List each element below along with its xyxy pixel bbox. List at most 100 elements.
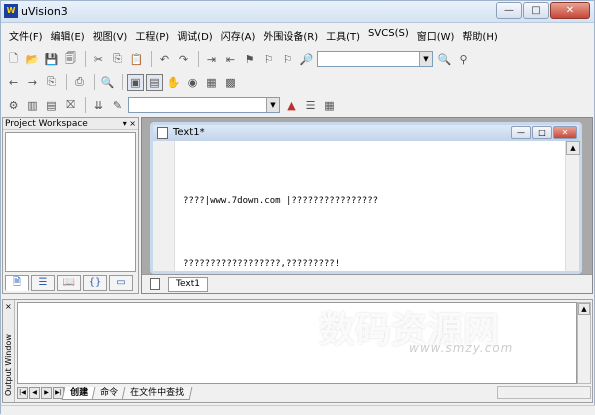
output-close-icon[interactable]: × [5, 302, 12, 311]
target-combo[interactable]: ▼ [128, 97, 280, 113]
menu-window[interactable]: 窗口(W) [413, 26, 459, 44]
menu-peripherals[interactable]: 外围设备(R) [259, 26, 322, 44]
app-icon: W [4, 4, 18, 18]
document-icon [157, 127, 168, 139]
menu-svcs[interactable]: SVCS(S) [364, 26, 413, 44]
app-window: W uVision3 — □ ✕ 文件(F) 编辑(E) 视图(V) 工程(P)… [0, 0, 595, 415]
document-icon [150, 278, 160, 290]
find-icon[interactable]: 🔍 [436, 51, 453, 68]
scroll-up-icon[interactable]: ▲ [578, 303, 590, 315]
regs-tab-icon[interactable]: ☰ [31, 275, 55, 291]
memory-icon[interactable]: ▦ [203, 74, 220, 91]
bookmark-next-icon[interactable]: ⚐ [260, 51, 277, 68]
project-workspace: Project Workspace ▾ × 🗎 ☰ 📖 {} ▭ [2, 117, 139, 294]
hand-icon[interactable]: ✋ [165, 74, 182, 91]
editor-area: Text1* — □ ✕ ????|www.7down.com |???????… [141, 117, 593, 294]
zoom-icon[interactable]: 🔍 [99, 74, 116, 91]
download-icon[interactable]: ⇊ [90, 97, 107, 114]
files-tab-icon[interactable]: 🗎 [5, 275, 29, 291]
print-icon[interactable]: ⎙ [71, 74, 88, 91]
tab-text1[interactable]: Text1 [168, 277, 208, 292]
redo-icon[interactable]: ↷ [175, 51, 192, 68]
templates-tab-icon[interactable]: ▭ [109, 275, 133, 291]
menu-file[interactable]: 文件(F) [5, 26, 47, 44]
options-icon[interactable]: ✎ [109, 97, 126, 114]
close-button[interactable]: ✕ [550, 2, 590, 19]
document-window: Text1* — □ ✕ ????|www.7down.com |???????… [150, 122, 582, 274]
editor-scrollbar[interactable]: ▲ [565, 141, 580, 271]
workspace-title: Project Workspace [5, 119, 88, 129]
output-sidebar: × Output Window [3, 300, 15, 402]
editor-gutter [153, 141, 175, 271]
watch-icon[interactable]: ◉ [184, 74, 201, 91]
find-combo[interactable]: ▼ [317, 51, 433, 67]
new-file-icon[interactable]: 🗋 [5, 51, 22, 68]
undo-icon[interactable]: ↶ [156, 51, 173, 68]
document-titlebar[interactable]: Text1* — □ ✕ [153, 125, 579, 141]
output-window-icon[interactable]: ▤ [146, 73, 163, 91]
minimize-button[interactable]: — [496, 2, 522, 19]
title-bar[interactable]: W uVision3 — □ ✕ [1, 1, 594, 23]
binoculars-icon[interactable]: ⚲ [455, 51, 472, 68]
next-tab-icon[interactable]: ▶ [41, 387, 52, 399]
document-title: Text1* [173, 127, 205, 138]
copy-icon[interactable]: ⎘ [109, 51, 126, 68]
unindent-icon[interactable]: ⇤ [222, 51, 239, 68]
menu-flash[interactable]: 闪存(A) [217, 26, 260, 44]
editor-text-area[interactable]: ????|www.7down.com |???????????????? ???… [153, 141, 580, 271]
workspace-controls[interactable]: ▾ × [123, 118, 136, 130]
code-line: ????|www.7down.com |???????????????? [183, 196, 379, 206]
menu-edit[interactable]: 编辑(E) [47, 26, 89, 44]
goto-icon[interactable]: ⎘ [43, 74, 60, 91]
toolbar-navigation: ← → ⎘ ⎙ 🔍 ▣ ▤ ✋ ◉ ▦ ▩ [5, 71, 241, 93]
chevron-down-icon[interactable]: ▼ [419, 52, 432, 66]
functions-tab-icon[interactable]: {} [83, 275, 107, 291]
menu-debug[interactable]: 调试(D) [173, 26, 217, 44]
back-icon[interactable]: ← [5, 74, 22, 91]
find-in-files-icon[interactable]: 🔎 [298, 51, 315, 68]
menu-help[interactable]: 帮助(H) [458, 26, 501, 44]
save-icon[interactable]: 💾 [43, 51, 60, 68]
output-scrollbar[interactable]: ▲ [577, 302, 591, 384]
document-tabbar: Text1 [142, 274, 592, 293]
window-title: uVision3 [21, 5, 68, 18]
output-hscrollbar[interactable] [497, 386, 591, 399]
save-all-icon[interactable]: 🗐 [62, 51, 79, 68]
code-line: ??????????????????,?????????! [183, 259, 341, 269]
doc-minimize-button[interactable]: — [511, 126, 531, 139]
stop-build-icon[interactable]: ⛝ [62, 97, 79, 114]
menu-bar: 文件(F) 编辑(E) 视图(V) 工程(P) 调试(D) 闪存(A) 外围设备… [5, 26, 502, 44]
books-tab-icon[interactable]: 📖 [57, 275, 81, 291]
workspace-tabs: 🗎 ☰ 📖 {} ▭ [5, 275, 135, 292]
scroll-up-icon[interactable]: ▲ [566, 141, 580, 155]
target-icon[interactable]: ▲ [283, 97, 300, 114]
toolbar-file: 🗋 📂 💾 🗐 ✂ ⎘ 📋 ↶ ↷ ⇥ ⇤ ⚑ ⚐ ⚐ 🔎 ▼ 🔍 ⚲ [5, 48, 474, 70]
first-tab-icon[interactable]: |◀ [17, 387, 28, 399]
chevron-down-icon[interactable]: ▼ [266, 98, 279, 112]
cut-icon[interactable]: ✂ [90, 51, 107, 68]
doc-maximize-button[interactable]: □ [532, 126, 552, 139]
group-icon[interactable]: ☰ [302, 97, 319, 114]
rebuild-icon[interactable]: ▤ [43, 97, 60, 114]
maximize-button[interactable]: □ [523, 2, 549, 19]
workspace-window-icon[interactable]: ▣ [127, 73, 144, 91]
manage-icon[interactable]: ▦ [321, 97, 338, 114]
compile-icon[interactable]: ⚙ [5, 97, 22, 114]
bookmark-prev-icon[interactable]: ⚐ [279, 51, 296, 68]
workspace-header[interactable]: Project Workspace ▾ × [3, 118, 138, 130]
tab-find-in-files[interactable]: 在文件中查找 [121, 386, 193, 400]
menu-project[interactable]: 工程(P) [131, 26, 173, 44]
disassembly-icon[interactable]: ▩ [222, 74, 239, 91]
watermark-url: www.smzy.com [409, 341, 514, 355]
prev-tab-icon[interactable]: ◀ [29, 387, 40, 399]
forward-icon[interactable]: → [24, 74, 41, 91]
menu-tools[interactable]: 工具(T) [322, 26, 364, 44]
menu-view[interactable]: 视图(V) [89, 26, 132, 44]
open-file-icon[interactable]: 📂 [24, 51, 41, 68]
doc-close-button[interactable]: ✕ [553, 126, 577, 139]
build-icon[interactable]: ▥ [24, 97, 41, 114]
bookmark-toggle-icon[interactable]: ⚑ [241, 51, 258, 68]
indent-icon[interactable]: ⇥ [203, 51, 220, 68]
workspace-tree[interactable] [5, 132, 136, 272]
paste-icon[interactable]: 📋 [128, 51, 145, 68]
